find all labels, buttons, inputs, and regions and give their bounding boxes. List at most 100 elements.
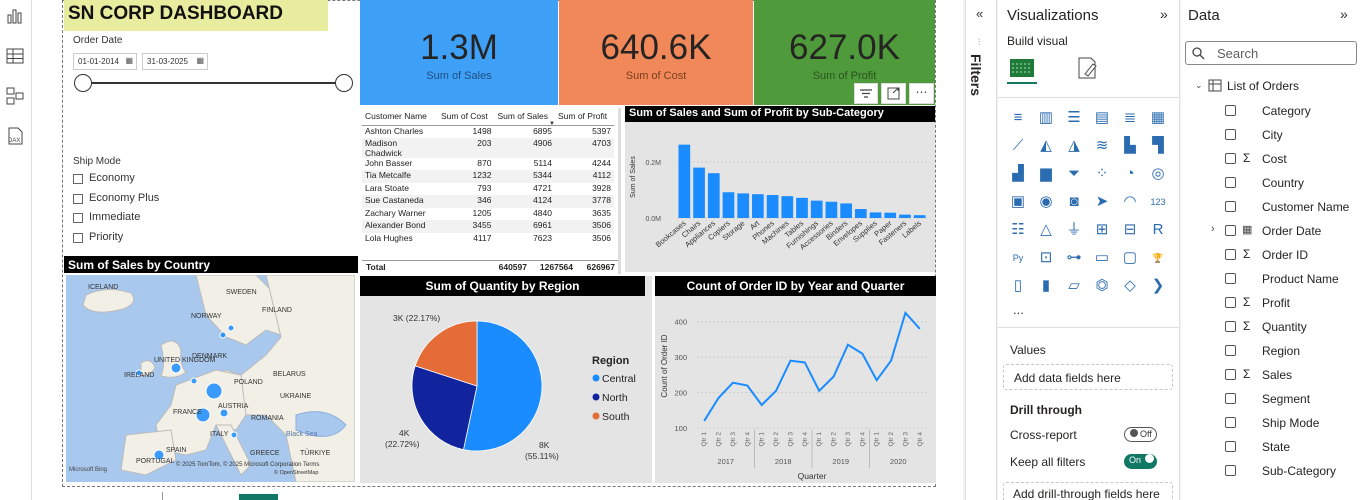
table-row[interactable]: Lara Stoate 793 4721 3928 xyxy=(362,183,614,196)
clustered-column-icon[interactable]: ▤ xyxy=(1092,107,1112,127)
field-item[interactable]: City xyxy=(1225,128,1355,144)
bar[interactable] xyxy=(781,196,794,218)
legend-item[interactable]: Central xyxy=(602,373,636,385)
country-map[interactable]: ICELAND SWEDEN FINLAND NORWAY UNITED KINGDOM… xyxy=(66,275,355,482)
field-checkbox[interactable] xyxy=(1225,153,1236,164)
search-input[interactable]: Search xyxy=(1185,41,1357,65)
field-item[interactable]: Product Name xyxy=(1225,272,1355,288)
field-item[interactable]: Country xyxy=(1225,176,1355,192)
filter-icon[interactable] xyxy=(854,83,878,104)
field-item[interactable]: Region xyxy=(1225,344,1355,360)
values-drop-zone[interactable]: Add data fields here xyxy=(1003,364,1173,390)
field-checkbox[interactable] xyxy=(1225,441,1236,452)
field-checkbox[interactable] xyxy=(1225,297,1236,308)
drill-through-drop-zone[interactable]: Add drill-through fields here xyxy=(1003,482,1173,500)
field-item[interactable]: Σ Sales xyxy=(1225,367,1355,384)
date-range-end-handle[interactable] xyxy=(335,74,353,92)
field-checkbox[interactable] xyxy=(1225,273,1236,284)
field-item[interactable]: Ship Mode xyxy=(1225,416,1355,432)
trophy-icon[interactable]: 🏆 xyxy=(1148,247,1168,267)
field-checkbox[interactable] xyxy=(1225,321,1236,332)
pie-icon[interactable]: ◔ xyxy=(1120,163,1140,183)
field-checkbox[interactable] xyxy=(1225,177,1236,188)
bar[interactable] xyxy=(752,194,764,218)
table-row[interactable]: Zachary Warner 1205 4840 3635 xyxy=(362,208,614,221)
filters-pane-collapsed[interactable]: « ⫶ Filters xyxy=(965,0,997,500)
stacked-column-icon[interactable]: ▥ xyxy=(1036,107,1056,127)
field-item[interactable]: State xyxy=(1225,440,1355,456)
field-item[interactable]: Customer Name xyxy=(1225,200,1355,216)
more-options-icon[interactable]: ⋯ xyxy=(909,83,934,104)
treemap-icon[interactable]: ▣ xyxy=(1008,191,1028,211)
field-checkbox[interactable] xyxy=(1225,249,1236,260)
order-date-from-input[interactable]: 01-01-2014 ▦ xyxy=(73,53,137,70)
field-checkbox[interactable] xyxy=(1225,369,1236,380)
legend-item[interactable]: North xyxy=(602,392,628,404)
line-clustered-icon[interactable]: ▜ xyxy=(1148,135,1168,155)
table-visual-icon[interactable]: ⊞ xyxy=(1092,219,1112,239)
qa-icon[interactable]: ▭ xyxy=(1092,247,1112,267)
matrix-icon[interactable]: ⊟ xyxy=(1120,219,1140,239)
funnel-icon[interactable]: ⏷ xyxy=(1064,163,1084,183)
donut-icon[interactable]: ◎ xyxy=(1148,163,1168,183)
field-item[interactable]: Sub-Category xyxy=(1225,464,1355,480)
table-view-icon[interactable] xyxy=(4,45,26,67)
card-icon[interactable]: 123 xyxy=(1148,191,1168,211)
bar[interactable] xyxy=(913,215,926,218)
field-checkbox[interactable] xyxy=(1225,201,1236,212)
bar[interactable] xyxy=(766,195,779,218)
bar[interactable] xyxy=(722,192,735,218)
cross-report-toggle[interactable]: Off xyxy=(1124,427,1157,442)
column-header[interactable]: Customer Name xyxy=(362,108,438,126)
bar[interactable] xyxy=(825,201,838,218)
orders-line-visual[interactable]: Count of Order ID by Year and Quarter Co… xyxy=(655,276,936,483)
field-item[interactable]: Σ Profit xyxy=(1225,295,1355,312)
r-visual-icon[interactable]: R xyxy=(1148,219,1168,239)
sales-card[interactable]: 1.3M Sum of Sales xyxy=(360,0,558,105)
cost-card[interactable]: 640.6K Sum of Cost xyxy=(559,0,753,105)
azure-map-icon[interactable]: ➤ xyxy=(1092,191,1112,211)
table-row[interactable]: Madison Chadwick 203 4906 4703 xyxy=(362,137,614,158)
kpi-icon[interactable]: △ xyxy=(1036,219,1056,239)
profit-card[interactable]: 627.0K Sum of Profit xyxy=(754,0,935,105)
ribbon-icon[interactable]: ≋ xyxy=(1092,135,1112,155)
expand-chevron-icon[interactable]: › xyxy=(1211,223,1215,235)
column-header[interactable]: Sum of Cost xyxy=(438,108,495,126)
field-checkbox[interactable] xyxy=(1225,225,1236,236)
checkbox[interactable] xyxy=(73,174,83,184)
chevron-visual-icon[interactable]: ❯ xyxy=(1148,275,1168,295)
expand-right-icon[interactable]: » xyxy=(1340,6,1348,22)
field-checkbox[interactable] xyxy=(1225,105,1236,116)
bar[interactable] xyxy=(854,209,867,218)
more-visuals-button[interactable]: ... xyxy=(1013,302,1024,317)
checkbox[interactable] xyxy=(73,194,83,204)
focus-mode-icon[interactable] xyxy=(881,83,906,104)
table-row[interactable]: Sue Castaneda 346 4124 3778 xyxy=(362,195,614,208)
power-automate-icon[interactable]: ▱ xyxy=(1064,275,1084,295)
report-view-icon[interactable] xyxy=(4,5,26,27)
model-view-icon[interactable] xyxy=(4,85,26,107)
100-bar-icon[interactable]: ≣ xyxy=(1120,107,1140,127)
date-range-start-handle[interactable] xyxy=(74,74,92,92)
gauge-icon[interactable]: ◠ xyxy=(1120,191,1140,211)
table-row[interactable]: Ashton Charles 1498 6895 5397 xyxy=(362,125,614,138)
bar[interactable] xyxy=(693,167,705,218)
slicer-icon[interactable]: ⏚ xyxy=(1064,219,1084,239)
bar[interactable] xyxy=(810,200,823,218)
clustered-bar-icon[interactable]: ☰ xyxy=(1064,107,1084,127)
field-item[interactable]: Σ Quantity xyxy=(1225,319,1355,336)
map-bubble[interactable] xyxy=(205,382,223,400)
bar[interactable] xyxy=(796,197,808,218)
customer-table[interactable]: Customer Name Sum of Cost Sum of Sales S… xyxy=(362,108,621,274)
collapse-left-icon[interactable]: « xyxy=(976,6,983,21)
filled-map-icon[interactable]: ◙ xyxy=(1064,191,1084,211)
python-visual-icon[interactable]: Py xyxy=(1008,247,1028,267)
field-item[interactable]: Σ Cost xyxy=(1225,151,1355,168)
bar[interactable] xyxy=(884,212,897,218)
bar[interactable] xyxy=(678,144,691,218)
column-header[interactable]: Sum of Sales xyxy=(494,108,555,126)
table-name[interactable]: List of Orders xyxy=(1227,79,1299,93)
area-chart-icon[interactable]: ◭ xyxy=(1036,135,1056,155)
subcategory-chart[interactable]: Sum of Sales 0.0M 0.2M Bookcases Chairs Appli… xyxy=(625,122,935,272)
line-chart-icon[interactable]: ⟋ xyxy=(1008,135,1028,155)
